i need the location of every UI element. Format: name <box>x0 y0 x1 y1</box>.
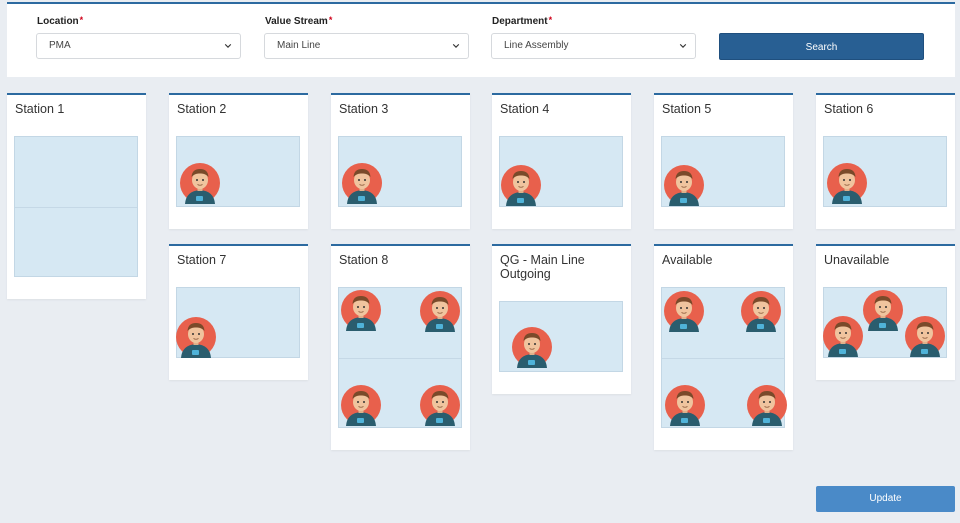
chevron-down-icon <box>452 42 460 50</box>
station-drop-zone[interactable] <box>823 136 947 207</box>
station-title: Station 4 <box>500 102 550 116</box>
worker-avatar-icon[interactable] <box>175 316 217 358</box>
station-title: Station 3 <box>339 102 389 116</box>
value-stream-filter: Value Stream* Main Line <box>264 14 469 59</box>
worker-avatar-icon[interactable] <box>822 315 864 357</box>
required-mark: * <box>328 15 333 25</box>
worker-avatar-icon[interactable] <box>826 162 868 204</box>
location-value: PMA <box>49 40 71 51</box>
unavailable-drop-zone[interactable] <box>823 287 947 358</box>
location-label: Location* <box>37 15 84 27</box>
slot-divider <box>339 358 461 359</box>
station-title: Station 6 <box>824 102 874 116</box>
station-title: Station 1 <box>15 102 65 116</box>
worker-avatar-icon[interactable] <box>179 162 221 204</box>
filter-bar: Location* PMA Value Stream* Main Line De… <box>7 2 955 77</box>
station-title: Station 2 <box>177 102 227 116</box>
station-card-1: Station 1 <box>7 93 146 299</box>
worker-avatar-icon[interactable] <box>341 162 383 204</box>
station-title: Available <box>662 253 713 267</box>
unavailable-card: Unavailable <box>816 244 955 380</box>
station-card-6: Station 6 <box>816 93 955 229</box>
station-title: Unavailable <box>824 253 890 267</box>
slot-divider <box>662 358 784 359</box>
location-filter: Location* PMA <box>36 14 241 59</box>
station-card-2: Station 2 <box>169 93 308 229</box>
station-drop-zone[interactable] <box>14 136 138 277</box>
worker-avatar-icon[interactable] <box>419 384 461 426</box>
worker-avatar-icon[interactable] <box>664 384 706 426</box>
worker-avatar-icon[interactable] <box>663 164 705 206</box>
department-select[interactable]: Line Assembly <box>491 33 696 59</box>
station-drop-zone[interactable] <box>499 136 623 207</box>
station-title: Station 5 <box>662 102 712 116</box>
slot-divider <box>15 207 137 208</box>
station-card-qg: QG - Main Line Outgoing <box>492 244 631 394</box>
value-stream-label: Value Stream* <box>265 15 333 27</box>
station-drop-zone[interactable] <box>176 287 300 358</box>
station-card-7: Station 7 <box>169 244 308 380</box>
station-drop-zone[interactable] <box>176 136 300 207</box>
station-drop-zone[interactable] <box>661 136 785 207</box>
worker-avatar-icon[interactable] <box>740 290 782 332</box>
station-card-8: Station 8 <box>331 244 470 450</box>
department-label: Department* <box>492 15 553 27</box>
worker-avatar-icon[interactable] <box>746 384 788 426</box>
worker-avatar-icon[interactable] <box>419 290 461 332</box>
station-title: Station 8 <box>339 253 389 267</box>
available-card: Available <box>654 244 793 450</box>
station-drop-zone[interactable] <box>338 136 462 207</box>
worker-avatar-icon[interactable] <box>511 326 553 368</box>
station-card-5: Station 5 <box>654 93 793 229</box>
value-stream-select[interactable]: Main Line <box>264 33 469 59</box>
required-mark: * <box>79 15 84 25</box>
worker-avatar-icon[interactable] <box>862 289 904 331</box>
update-button[interactable]: Update <box>816 486 955 512</box>
worker-avatar-icon[interactable] <box>500 164 542 206</box>
station-card-4: Station 4 <box>492 93 631 229</box>
station-title: Station 7 <box>177 253 227 267</box>
required-mark: * <box>548 15 553 25</box>
worker-avatar-icon[interactable] <box>904 315 946 357</box>
department-filter: Department* Line Assembly <box>491 14 696 59</box>
value-stream-value: Main Line <box>277 40 321 51</box>
station-drop-zone[interactable] <box>338 287 462 428</box>
station-drop-zone[interactable] <box>499 301 623 372</box>
chevron-down-icon <box>224 42 232 50</box>
station-card-3: Station 3 <box>331 93 470 229</box>
search-button[interactable]: Search <box>719 33 924 60</box>
worker-avatar-icon[interactable] <box>340 289 382 331</box>
worker-avatar-icon[interactable] <box>340 384 382 426</box>
available-drop-zone[interactable] <box>661 287 785 428</box>
station-title: QG - Main Line Outgoing <box>500 253 585 281</box>
chevron-down-icon <box>679 42 687 50</box>
department-value: Line Assembly <box>504 40 569 51</box>
worker-avatar-icon[interactable] <box>663 290 705 332</box>
location-select[interactable]: PMA <box>36 33 241 59</box>
